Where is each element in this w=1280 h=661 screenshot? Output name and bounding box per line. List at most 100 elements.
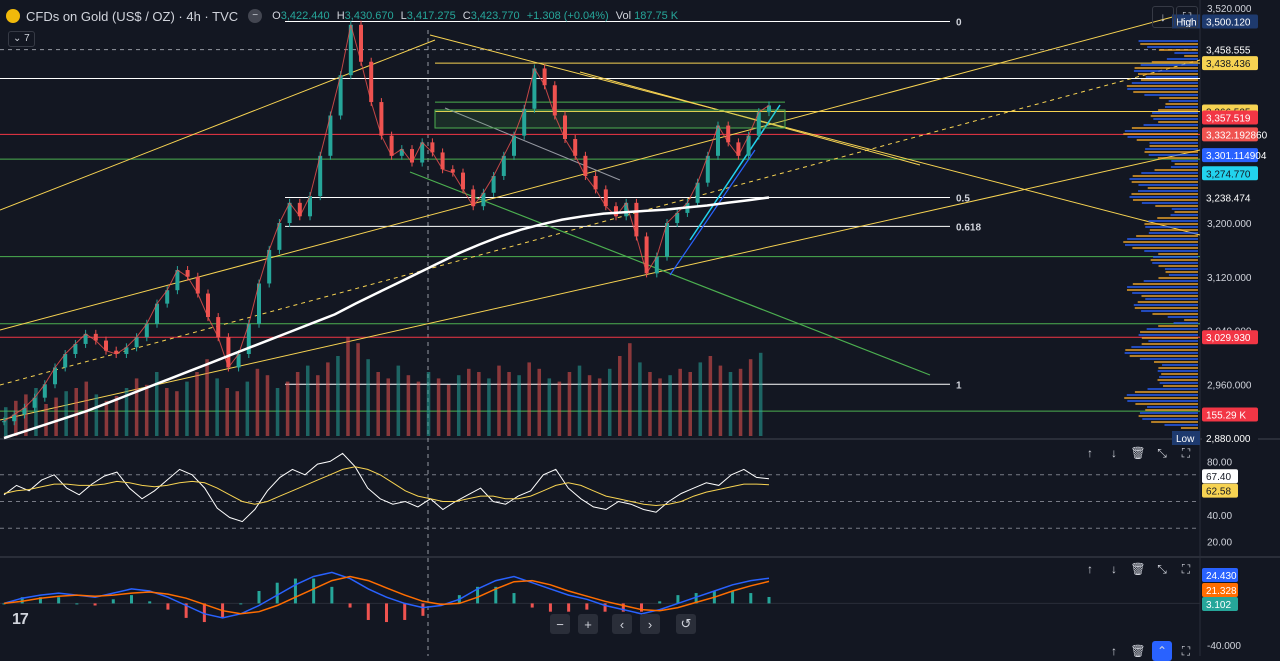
volume-bar	[265, 375, 270, 436]
macd-histogram-bar	[530, 603, 534, 608]
volume-bar	[235, 391, 240, 436]
price-tick: 2,960.000	[1207, 380, 1252, 391]
rsi-maximize-button[interactable]: ⛶	[1176, 443, 1196, 463]
trash-icon: 🗑	[1130, 446, 1146, 460]
volume-profile-bar	[1132, 292, 1198, 294]
rsi-delete-button[interactable]: 🗑	[1128, 443, 1148, 463]
volume-bar	[215, 378, 219, 436]
volume-bar	[456, 375, 461, 436]
volume-profile-bar	[1163, 385, 1198, 387]
macd-histogram-bar	[731, 590, 735, 604]
price-label: 3,332.192860	[1206, 130, 1268, 141]
tradingview-logo[interactable]: 17	[12, 611, 29, 629]
macd-histogram-bar	[658, 601, 662, 604]
rsi-value: 67.40	[1206, 472, 1231, 483]
volume-profile-bar	[1157, 157, 1198, 159]
trend-line	[409, 171, 931, 376]
logo-text: 17	[12, 611, 29, 628]
volume-profile-bar	[1138, 73, 1198, 75]
reset-chart-button[interactable]: ↺	[676, 614, 696, 634]
macd-move-up-button[interactable]: ↑	[1080, 559, 1100, 579]
zoom-in-button[interactable]: +	[578, 614, 598, 634]
volume-profile-bar	[1132, 283, 1198, 285]
volume-profile-bar	[1165, 103, 1198, 105]
volume-bar	[326, 362, 330, 436]
volume-bar	[165, 388, 169, 436]
volume-profile-bar	[1170, 166, 1198, 168]
volume-profile-bar	[1151, 421, 1198, 423]
volume-profile-bar	[1132, 247, 1198, 249]
pane3-collapse-button[interactable]: ⌃	[1152, 641, 1172, 661]
macd-value: 24.430	[1206, 571, 1237, 582]
volume-profile-bar	[1150, 259, 1198, 261]
minus-icon: −	[556, 616, 564, 632]
macd-delete-button[interactable]: 🗑	[1128, 559, 1148, 579]
pane3-delete-button[interactable]: 🗑	[1128, 641, 1148, 661]
rsi-tick: 20.00	[1207, 538, 1232, 549]
price-tick: 3,520.000	[1207, 4, 1252, 15]
close-value: 3,423.770	[470, 10, 520, 22]
maximize-icon: ⛶	[1181, 445, 1191, 460]
chart-canvas[interactable]: 00.50.6181 80.0040.0020.0067.4062.58 -40…	[0, 0, 1280, 656]
minus-icon[interactable]: −	[248, 9, 263, 23]
macd-maximize-button[interactable]: ⛶	[1176, 559, 1196, 579]
macd-move-down-button[interactable]: ↓	[1104, 559, 1124, 579]
volume-profile-bar	[1127, 238, 1198, 240]
volume-profile-bar	[1154, 361, 1198, 363]
low-key: L	[400, 10, 407, 22]
volume-profile-bar	[1139, 412, 1198, 414]
macd-collapse-button[interactable]: ⤡	[1152, 559, 1172, 579]
volume-bar	[467, 368, 471, 436]
volume-profile-bar	[1144, 223, 1198, 225]
rsi-collapse-button[interactable]: ⤡	[1152, 443, 1172, 463]
volume-profile-bar	[1123, 241, 1198, 243]
volume-profile-bar	[1136, 235, 1198, 237]
volume-bar	[205, 359, 209, 436]
volume-bar	[94, 394, 99, 436]
volume-profile-bar	[1145, 409, 1198, 411]
scroll-right-button[interactable]: ›	[640, 614, 660, 634]
indicators-toggle[interactable]: ⌄ 7	[8, 31, 35, 47]
macd-histogram-bar	[93, 603, 97, 606]
volume-bar	[648, 372, 652, 436]
symbol-title[interactable]: CFDs on Gold (US$ / OZ) · 4h · TVC	[26, 9, 238, 24]
volume-bar	[658, 378, 662, 436]
volume-profile-bar	[1149, 145, 1198, 147]
volume-bar	[517, 375, 521, 436]
macd-histogram-bar	[239, 603, 243, 605]
fib-label: 0	[956, 17, 962, 28]
rsi-move-down-button[interactable]: ↓	[1104, 443, 1124, 463]
rsi-move-up-button[interactable]: ↑	[1080, 443, 1100, 463]
scroll-left-button[interactable]: ‹	[612, 614, 632, 634]
pane3-maximize-button[interactable]: ⛶	[1176, 641, 1196, 661]
arrow-down-icon: ↓	[1160, 10, 1166, 24]
volume-bar	[426, 372, 431, 436]
volume-profile-bar	[1143, 124, 1198, 126]
maximize-button[interactable]: ⛶	[1176, 6, 1198, 28]
volume-profile-bar	[1131, 193, 1198, 195]
scroll-down-button[interactable]: ↓	[1152, 6, 1174, 28]
volume-value: 187.75 K	[634, 10, 679, 22]
volume-bar	[305, 365, 310, 436]
pane3-move-down-button[interactable]: ↑	[1104, 641, 1124, 661]
maximize-icon: ⛶	[1182, 9, 1192, 24]
volume-profile-bar	[1149, 142, 1198, 144]
price-label: 3,029.930	[1206, 333, 1251, 344]
volume-profile-bar	[1145, 226, 1198, 228]
volume-bar	[678, 368, 682, 436]
price-tick: 3,120.000	[1207, 273, 1252, 284]
plus-icon: +	[584, 616, 592, 632]
fib-label: 1	[956, 380, 962, 391]
macd-histogram-bar	[548, 603, 552, 612]
volume-profile-bar	[1135, 403, 1198, 405]
zoom-out-button[interactable]: −	[550, 614, 570, 634]
volume-profile-bar	[1147, 406, 1198, 408]
volume-profile-bar	[1140, 331, 1198, 333]
volume-bar	[497, 365, 501, 436]
volume-profile-bar	[1140, 43, 1198, 45]
open-value: 3,422.440	[280, 10, 330, 22]
volume-bar	[668, 375, 672, 436]
macd-histogram-bar	[567, 603, 571, 612]
volume-profile-bar	[1158, 265, 1198, 267]
volume-profile-bar	[1145, 148, 1198, 150]
